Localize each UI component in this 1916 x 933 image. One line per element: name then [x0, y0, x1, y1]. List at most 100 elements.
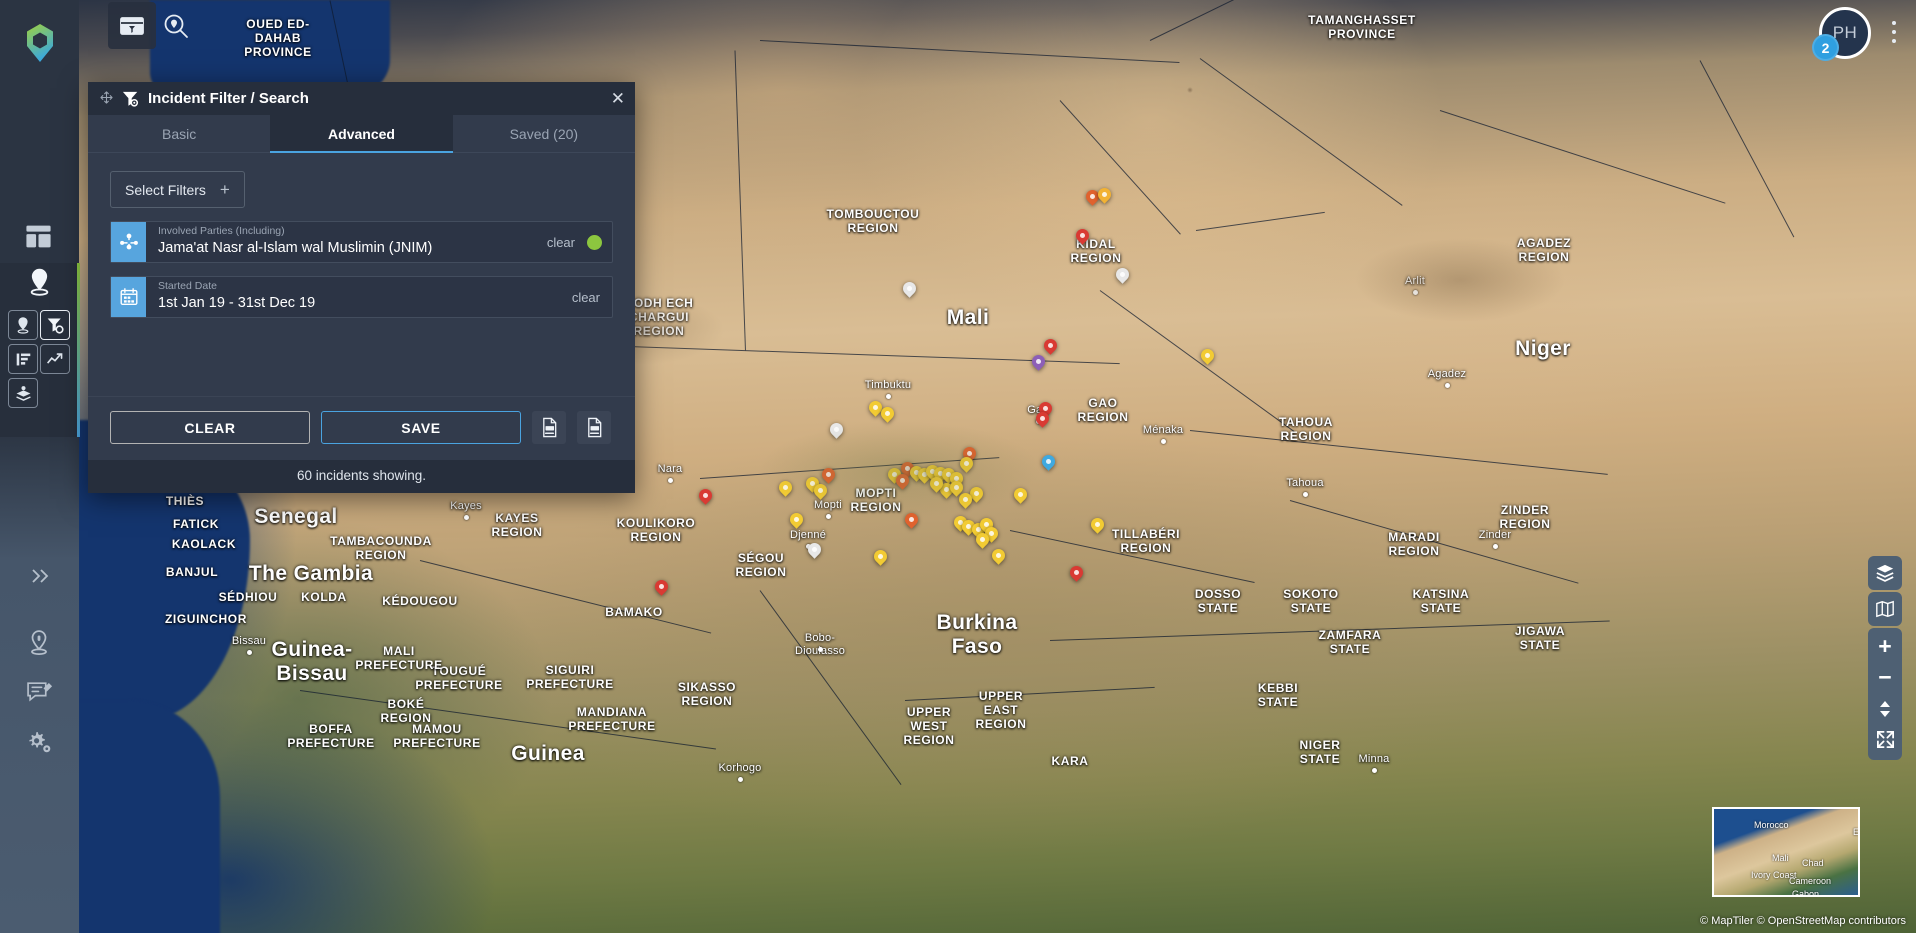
incident-marker[interactable] — [927, 474, 946, 495]
incident-marker[interactable] — [900, 279, 919, 300]
panel-toggle-button[interactable] — [108, 2, 156, 49]
map-label: SIKASSO REGION — [677, 680, 737, 708]
incident-marker[interactable] — [939, 465, 958, 486]
incident-marker[interactable] — [989, 546, 1008, 567]
sidebar-item-dashboard[interactable] — [24, 222, 53, 251]
incident-marker[interactable] — [893, 471, 912, 492]
incident-marker[interactable] — [885, 465, 904, 486]
city-dot — [818, 647, 823, 652]
close-icon[interactable]: ✕ — [611, 90, 625, 107]
incident-marker[interactable] — [959, 517, 978, 538]
filter-row-started-date[interactable]: Started Date 1st Jan 19 - 31st Dec 19 cl… — [110, 276, 613, 318]
incident-marker[interactable] — [1073, 226, 1092, 247]
sidebar-item-reports[interactable] — [8, 344, 38, 374]
incident-marker[interactable] — [1033, 409, 1052, 430]
map-style-button[interactable] — [1868, 592, 1902, 626]
incident-marker[interactable] — [1088, 515, 1107, 536]
sidebar-item-filter-search[interactable] — [40, 310, 70, 340]
incident-marker[interactable] — [1067, 563, 1086, 584]
minimap-label: Cameroon — [1789, 876, 1832, 886]
avatar-container: PH 2 — [1812, 7, 1871, 61]
move-handle-icon[interactable] — [100, 91, 113, 106]
incident-marker[interactable] — [1041, 336, 1060, 357]
map-label: SÉDHIOU — [218, 590, 278, 604]
incident-marker[interactable] — [915, 465, 934, 486]
incident-marker[interactable] — [819, 465, 838, 486]
sidebar-item-locations[interactable] — [8, 310, 38, 340]
incident-marker[interactable] — [652, 577, 671, 598]
incident-marker[interactable] — [902, 510, 921, 531]
city-dot — [247, 650, 252, 655]
incident-marker[interactable] — [1198, 346, 1217, 367]
filter-row-involved-parties[interactable]: Involved Parties (Including) Jama'at Nas… — [110, 221, 613, 263]
minimap[interactable]: Morocco Mali Chad Ivory Coast Cameroon G… — [1712, 807, 1860, 897]
incident-marker[interactable] — [827, 420, 846, 441]
incident-marker[interactable] — [696, 486, 715, 507]
zoom-out-button[interactable]: − — [1868, 663, 1902, 692]
incident-marker[interactable] — [878, 404, 897, 425]
location-search-button[interactable] — [152, 2, 200, 49]
save-button[interactable]: SAVE — [321, 411, 521, 444]
incident-marker[interactable] — [871, 547, 890, 568]
incident-marker[interactable] — [947, 469, 966, 490]
incident-marker[interactable] — [787, 510, 806, 531]
clear-button[interactable]: CLEAR — [110, 411, 310, 444]
sidebar-item-expand[interactable] — [28, 565, 52, 587]
incident-marker[interactable] — [969, 520, 988, 541]
incident-marker[interactable] — [1095, 185, 1114, 206]
sidebar-item-settings[interactable] — [26, 730, 53, 755]
incident-marker[interactable] — [776, 478, 795, 499]
incident-marker[interactable] — [931, 464, 950, 485]
incident-marker[interactable] — [957, 454, 976, 475]
tab-basic[interactable]: Basic — [88, 115, 270, 152]
incident-marker[interactable] — [805, 540, 824, 561]
incident-marker[interactable] — [973, 530, 992, 551]
incident-marker[interactable] — [982, 524, 1001, 545]
status-badge[interactable] — [587, 234, 602, 250]
export-csv-button[interactable] — [577, 411, 611, 444]
select-filters-button[interactable]: Select Filters + — [110, 171, 245, 208]
sidebar-item-secure-locations[interactable] — [26, 628, 52, 657]
incident-marker[interactable] — [898, 459, 917, 480]
incident-marker[interactable] — [951, 513, 970, 534]
incident-marker[interactable] — [1036, 399, 1055, 420]
tab-saved[interactable]: Saved (20) — [453, 115, 635, 152]
avatar-notification-badge[interactable]: 2 — [1812, 34, 1839, 61]
tab-advanced[interactable]: Advanced — [270, 115, 453, 153]
sidebar-item-layers[interactable] — [8, 378, 38, 408]
sidebar-item-notes[interactable] — [26, 680, 53, 705]
incident-marker[interactable] — [1039, 452, 1058, 473]
incident-marker[interactable] — [811, 481, 830, 502]
sidebar-item-map-pin[interactable] — [26, 267, 53, 297]
incident-marker[interactable] — [1029, 352, 1048, 373]
incident-marker[interactable] — [907, 463, 926, 484]
incident-marker[interactable] — [937, 480, 956, 501]
incident-marker[interactable] — [1113, 265, 1132, 286]
incident-marker[interactable] — [1011, 485, 1030, 506]
sidebar-accent-bar — [77, 263, 80, 437]
map-zoom-controls: + − — [1868, 628, 1902, 760]
incident-marker[interactable] — [947, 478, 966, 499]
incident-marker[interactable] — [967, 484, 986, 505]
incident-marker[interactable] — [1083, 187, 1102, 208]
incident-marker[interactable] — [866, 398, 885, 419]
incident-marker[interactable] — [923, 462, 942, 483]
left-sidebar — [0, 0, 80, 933]
tilt-button[interactable] — [1868, 694, 1902, 723]
incident-marker[interactable] — [956, 490, 975, 511]
app-logo[interactable] — [24, 24, 56, 62]
fullscreen-button[interactable] — [1868, 725, 1902, 754]
zoom-in-button[interactable]: + — [1868, 632, 1902, 661]
incident-marker[interactable] — [960, 444, 979, 465]
map-layers-button[interactable] — [1868, 556, 1902, 590]
map-country-label: Senegal — [254, 505, 338, 528]
kebab-menu-icon[interactable] — [1884, 18, 1904, 46]
incident-marker[interactable] — [977, 515, 996, 536]
incident-marker[interactable] — [803, 474, 822, 495]
filter-clear-button[interactable]: clear — [560, 277, 612, 317]
map-label: Gao — [1027, 404, 1049, 416]
panel-actions: CLEAR SAVE — [88, 396, 635, 460]
filter-clear-button[interactable]: clear — [535, 222, 587, 262]
sidebar-item-trends[interactable] — [40, 344, 70, 374]
export-pdf-button[interactable] — [532, 411, 566, 444]
